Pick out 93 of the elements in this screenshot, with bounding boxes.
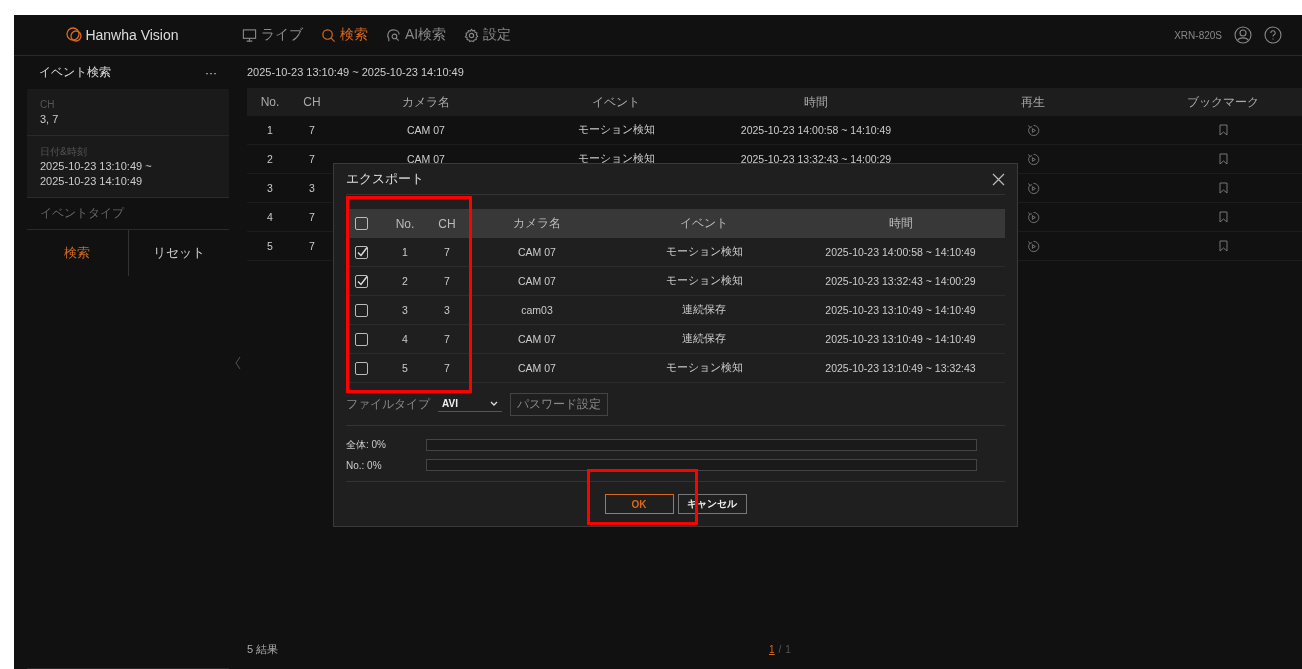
table-cell: モーション検知: [665, 245, 743, 259]
table-cell: 1: [402, 246, 408, 258]
table-cell: 7: [444, 362, 450, 374]
table-cell: モーション検知: [665, 274, 743, 288]
checkbox[interactable]: [354, 361, 368, 375]
device-name: XRN-820S: [1174, 29, 1222, 41]
bookmark-icon[interactable]: [1218, 182, 1228, 194]
replay-icon[interactable]: [1026, 152, 1040, 166]
table-cell: モーション検知: [577, 123, 655, 137]
file-type-dropdown[interactable]: AVI: [438, 396, 502, 412]
user-icon[interactable]: [1234, 26, 1252, 44]
table-cell: 2025-10-23 13:32:43 ~ 14:00:29: [740, 153, 892, 165]
table-cell: 5: [267, 240, 273, 252]
settings-icon: [464, 27, 480, 43]
checkbox[interactable]: [354, 217, 368, 230]
checkbox[interactable]: [354, 332, 368, 346]
checkbox[interactable]: [354, 274, 368, 288]
table-cell: 7: [444, 333, 450, 345]
replay-icon[interactable]: [1026, 123, 1040, 137]
more-menu[interactable]: ···: [205, 65, 217, 80]
panel-title: イベント検索: [39, 64, 111, 81]
table-cell: 7: [309, 153, 315, 165]
table-cell: 2025-10-23 13:32:43 ~ 14:00:29: [825, 275, 976, 287]
table-cell: 2025-10-23 13:10:49 ~ 13:32:43: [825, 362, 976, 374]
nav-tab[interactable]: 検索: [321, 26, 368, 44]
bookmark-icon[interactable]: [1218, 153, 1228, 165]
bookmark-icon[interactable]: [1218, 240, 1228, 252]
table-cell: 7: [444, 246, 450, 258]
replay-icon[interactable]: [1026, 181, 1040, 195]
table-cell: 2025-10-23 13:10:49 ~ 14:10:49: [825, 333, 976, 345]
checkbox[interactable]: [354, 303, 368, 317]
table-cell: 連続保存: [682, 332, 726, 346]
table-cell: CAM 07: [518, 333, 556, 345]
table-header: No. CH カメラ名 イベント 時間 再生 ブックマーク: [247, 88, 1302, 116]
collapse-icon[interactable]: [235, 355, 241, 370]
bookmark-icon[interactable]: [1218, 124, 1228, 136]
table-cell: 4: [402, 333, 408, 345]
table-cell: 3: [444, 304, 450, 316]
table-cell: 4: [267, 211, 273, 223]
table-cell: モーション検知: [577, 152, 655, 166]
logo-text: Hanwha Vision: [85, 27, 179, 43]
search-button[interactable]: 検索: [27, 230, 129, 276]
progress-label: 全体: 0%: [346, 438, 387, 452]
event-type-label[interactable]: イベントタイプ: [27, 198, 229, 230]
table-cell: CAM 07: [518, 275, 556, 287]
dialog-title: エクスポート: [346, 170, 424, 188]
nav-tab[interactable]: ライブ: [242, 26, 303, 44]
table-cell: 2025-10-23 14:00:58 ~ 14:10:49: [740, 124, 892, 136]
table-cell: 7: [309, 211, 315, 223]
table-cell: CAM 07: [407, 153, 445, 165]
reset-button[interactable]: リセット: [128, 230, 229, 276]
nav-tab[interactable]: 設定: [464, 26, 512, 44]
search-icon: [321, 27, 336, 43]
table-cell: CAM 07: [518, 246, 556, 258]
table-cell: cam03: [521, 304, 553, 316]
filter-panel[interactable]: CH 3, 7: [27, 89, 229, 136]
progress-label: No.: 0%: [346, 459, 383, 471]
help-icon[interactable]: [1264, 26, 1282, 44]
replay-icon[interactable]: [1026, 210, 1040, 224]
result-count: 5 結果: [247, 641, 279, 657]
replay-icon[interactable]: [1026, 239, 1040, 253]
head-search-icon: [386, 27, 401, 43]
table-cell: 3: [402, 304, 408, 316]
table-cell: 1: [267, 124, 273, 136]
table-cell: 2025-10-23 14:00:58 ~ 14:10:49: [825, 246, 976, 258]
table-cell: 7: [309, 124, 315, 136]
table-cell: 2: [402, 275, 408, 287]
checkbox[interactable]: [354, 245, 368, 259]
bookmark-icon[interactable]: [1218, 211, 1228, 223]
table-cell: 7: [444, 275, 450, 287]
table-cell: CAM 07: [518, 362, 556, 374]
close-icon[interactable]: [992, 172, 1005, 186]
table-cell: 7: [309, 240, 315, 252]
table-cell: 2: [267, 153, 273, 165]
monitor-icon: [242, 27, 257, 43]
cancel-button[interactable]: キャンセル: [677, 494, 747, 514]
page-total: 1: [785, 643, 791, 655]
table-cell: 連続保存: [682, 303, 726, 317]
table-cell: 3: [267, 182, 273, 194]
table-cell: 5: [402, 362, 408, 374]
table-cell: CAM 07: [407, 124, 445, 136]
logo-icon: [65, 26, 84, 44]
page-number[interactable]: 1: [769, 643, 775, 655]
table-cell: モーション検知: [665, 361, 743, 375]
time-range: 2025-10-23 13:10:49 ~ 2025-10-23 14:10:49: [247, 65, 465, 80]
chevron-icon: [490, 401, 498, 406]
file-type-label: ファイルタイプ: [346, 395, 430, 413]
table-header: No. CH カメラ名 イベント 時間: [346, 209, 1005, 238]
table-cell: 2025-10-23 13:10:49 ~ 14:10:49: [825, 304, 976, 316]
ok-button[interactable]: OK: [604, 494, 674, 514]
nav-tab[interactable]: AI検索: [386, 26, 447, 44]
table-cell: 3: [309, 182, 315, 194]
page-separator: /: [778, 643, 782, 655]
